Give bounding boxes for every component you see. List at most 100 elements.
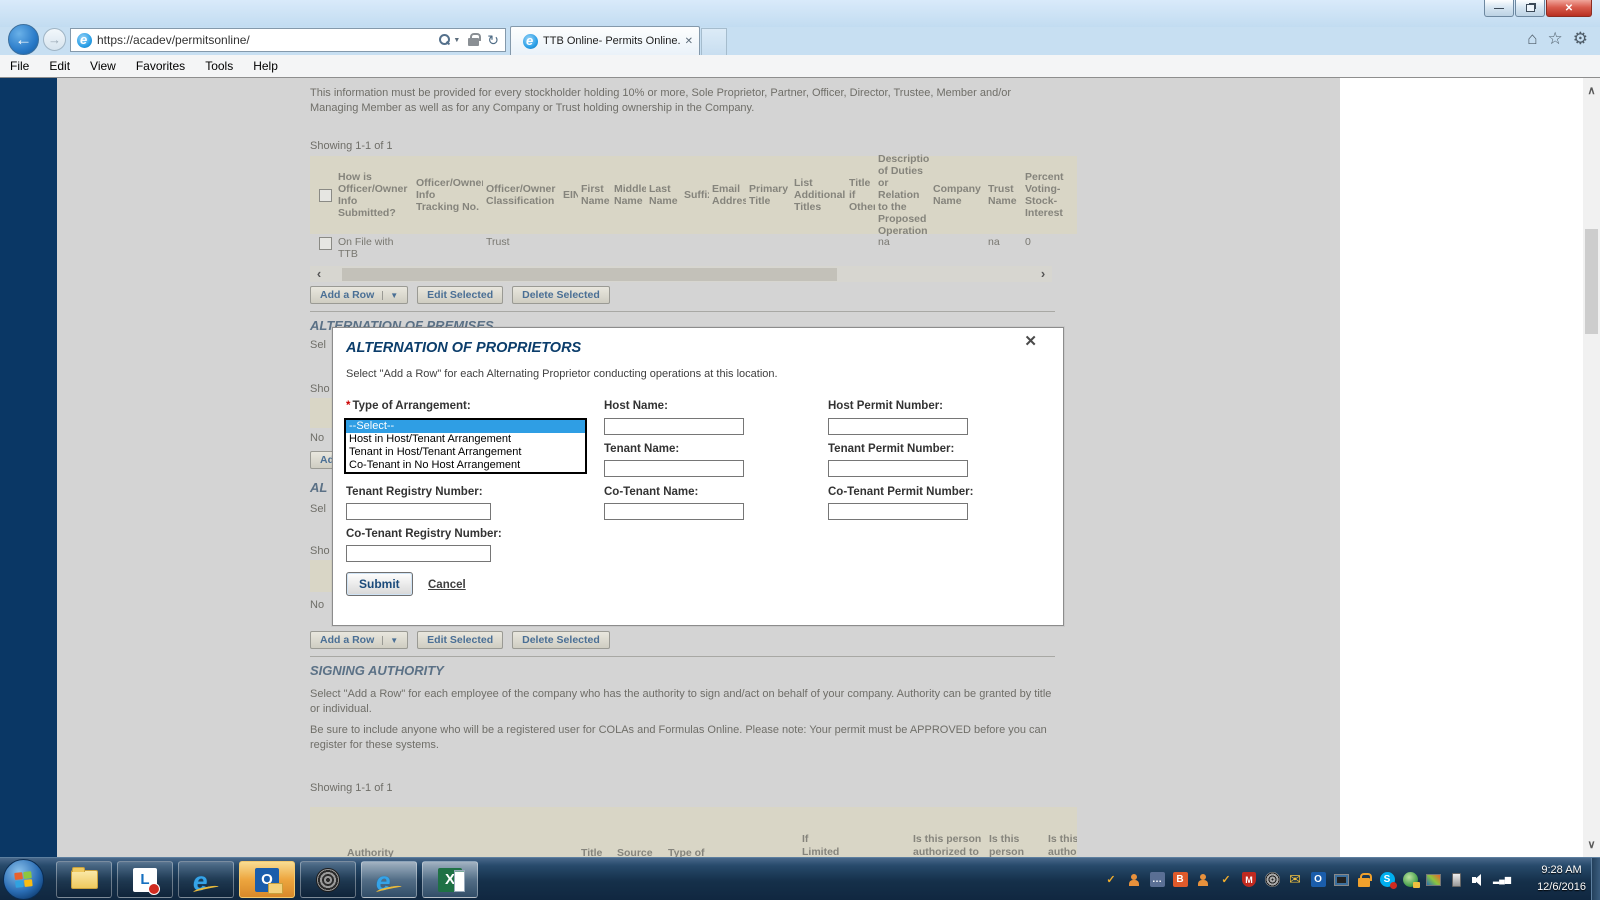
- taskbar-clock[interactable]: 9:28 AM 12/6/2016: [1537, 862, 1586, 896]
- modal-subtitle: Select "Add a Row" for each Alternating …: [346, 368, 778, 380]
- url-text[interactable]: https://acadev/permitsonline/: [97, 33, 437, 47]
- edit-selected-button-2[interactable]: Edit Selected: [417, 631, 504, 649]
- show-desktop-button[interactable]: [1591, 858, 1600, 900]
- h-scroll-thumb[interactable]: [342, 267, 837, 281]
- scroll-left-icon[interactable]: ‹: [310, 266, 328, 282]
- col-middle-name: Middle Name: [614, 183, 646, 207]
- host-permit-input[interactable]: [828, 418, 968, 435]
- proprietors-heading-fragment: AL: [310, 480, 328, 495]
- host-permit-label: Host Permit Number:: [828, 400, 944, 412]
- tray-spiral-icon[interactable]: [1264, 872, 1280, 887]
- start-button[interactable]: [3, 859, 44, 900]
- tray-person-icon-2[interactable]: [1197, 873, 1209, 886]
- tray-chat-icon[interactable]: …: [1149, 872, 1165, 887]
- back-button[interactable]: ←: [8, 24, 39, 55]
- select-all-checkbox[interactable]: [319, 188, 332, 202]
- tray-display-icon[interactable]: [1425, 873, 1441, 886]
- tray-signal-bars-icon[interactable]: ▂▄▆: [1493, 872, 1511, 888]
- option-co-tenant[interactable]: Co-Tenant in No Host Arrangement: [346, 459, 585, 472]
- restore-icon: [1525, 4, 1535, 12]
- col-first-name: First Name: [581, 183, 610, 207]
- option-select[interactable]: --Select--: [346, 420, 585, 433]
- menu-favorites[interactable]: Favorites: [126, 59, 195, 73]
- menu-view[interactable]: View: [80, 59, 126, 73]
- favorites-star-icon[interactable]: ☆: [1548, 30, 1563, 48]
- tray-monitor-icon[interactable]: [1333, 873, 1349, 886]
- tray-b-icon[interactable]: B: [1172, 872, 1188, 887]
- taskbar-outlook-button[interactable]: O: [239, 861, 295, 898]
- settings-gear-icon[interactable]: ⚙: [1573, 30, 1588, 48]
- left-navy-strip: [0, 78, 57, 858]
- co-tenant-permit-input[interactable]: [828, 503, 968, 520]
- col-ein: EIN: [563, 189, 578, 201]
- browser-tab[interactable]: TTB Online- Permits Online... ✕: [510, 26, 700, 55]
- tray-mcafee-shield-icon[interactable]: M: [1242, 872, 1256, 887]
- co-tenant-name-input[interactable]: [604, 503, 744, 520]
- taskbar-excel-button[interactable]: X: [422, 861, 478, 898]
- tray-outlook-icon[interactable]: O: [1310, 872, 1326, 887]
- delete-selected-button-1[interactable]: Delete Selected: [512, 286, 610, 304]
- option-tenant[interactable]: Tenant in Host/Tenant Arrangement: [346, 446, 585, 459]
- window-restore-button[interactable]: [1515, 0, 1545, 17]
- col-title-if-other: Title if Other: [849, 177, 875, 213]
- edit-selected-button-1[interactable]: Edit Selected: [417, 286, 504, 304]
- taskbar-ie-button-1[interactable]: e: [178, 861, 234, 898]
- search-icon[interactable]: [437, 33, 451, 47]
- taskbar-explorer-button[interactable]: [56, 861, 112, 898]
- add-row-caret-icon[interactable]: ▼: [382, 290, 398, 300]
- screen: — ✕ ← → https://acadev/permitsonline/ ▼ …: [0, 0, 1600, 900]
- scroll-right-icon[interactable]: ›: [1034, 266, 1052, 282]
- add-row-button-1[interactable]: Add a Row ▼: [310, 286, 409, 304]
- tray-check-icon-2[interactable]: ✓: [1218, 872, 1234, 888]
- tab-close-icon[interactable]: ✕: [685, 36, 693, 47]
- refresh-icon[interactable]: ↻: [487, 32, 499, 49]
- taskbar-lync-button[interactable]: L: [117, 861, 173, 898]
- tray-person-icon-1[interactable]: [1128, 873, 1140, 886]
- delete-selected-button-2[interactable]: Delete Selected: [512, 631, 610, 649]
- table-horizontal-scrollbar[interactable]: ‹ ›: [310, 266, 1052, 282]
- right-white-gutter: [1340, 78, 1583, 858]
- tenant-permit-input[interactable]: [828, 460, 968, 477]
- taskbar-ie-button-2[interactable]: e: [361, 861, 417, 898]
- tenant-name-input[interactable]: [604, 460, 744, 477]
- tray-check-icon-1[interactable]: ✓: [1103, 872, 1119, 888]
- col-classification: Officer/Owner Classification: [486, 183, 556, 207]
- menu-edit[interactable]: Edit: [39, 59, 80, 73]
- search-caret-icon[interactable]: ▼: [453, 37, 460, 44]
- new-tab-stub[interactable]: [701, 28, 727, 55]
- option-host[interactable]: Host in Host/Tenant Arrangement: [346, 433, 585, 446]
- home-icon[interactable]: ⌂: [1527, 30, 1537, 48]
- window-close-button[interactable]: ✕: [1546, 0, 1592, 17]
- tray-speaker-icon[interactable]: [1472, 873, 1486, 887]
- page-vertical-scrollbar[interactable]: ∧ ∨: [1583, 78, 1600, 858]
- forward-button[interactable]: →: [43, 28, 66, 51]
- officer-table-row: On File with TTB Trust na na 0: [310, 234, 1077, 264]
- type-of-arrangement-listbox[interactable]: --Select-- Host in Host/Tenant Arrangeme…: [344, 418, 587, 474]
- tray-battery-icon[interactable]: [1451, 872, 1461, 887]
- co-tenant-name-label: Co-Tenant Name:: [604, 486, 699, 498]
- address-bar[interactable]: https://acadev/permitsonline/ ▼ ↻: [70, 28, 506, 52]
- modal-close-icon[interactable]: ✕: [1024, 332, 1037, 350]
- taskbar-recorder-button[interactable]: [300, 861, 356, 898]
- tray-lock-icon[interactable]: [1358, 872, 1372, 887]
- window-minimize-button[interactable]: —: [1484, 0, 1514, 17]
- cancel-link[interactable]: Cancel: [428, 579, 466, 591]
- host-name-input[interactable]: [604, 418, 744, 435]
- submit-button[interactable]: Submit: [346, 572, 413, 596]
- menu-tools[interactable]: Tools: [195, 59, 243, 73]
- scroll-down-icon[interactable]: ∨: [1585, 838, 1598, 852]
- menu-file[interactable]: File: [0, 59, 39, 73]
- row-checkbox[interactable]: [319, 237, 332, 250]
- v-scroll-thumb[interactable]: [1585, 229, 1598, 334]
- tray-skype-icon[interactable]: S: [1379, 872, 1397, 889]
- menu-help[interactable]: Help: [243, 59, 288, 73]
- back-arrow-icon: ←: [15, 29, 32, 49]
- tray-envelope-icon[interactable]: ✉: [1287, 871, 1303, 888]
- add-row-caret-icon-2[interactable]: ▼: [382, 635, 398, 645]
- tray-globe-lock-icon[interactable]: [1402, 872, 1420, 888]
- add-row-button-2[interactable]: Add a Row ▼: [310, 631, 409, 649]
- tenant-permit-label: Tenant Permit Number:: [828, 443, 955, 455]
- co-tenant-registry-input[interactable]: [346, 545, 491, 562]
- scroll-up-icon[interactable]: ∧: [1585, 84, 1598, 98]
- tenant-registry-input[interactable]: [346, 503, 491, 520]
